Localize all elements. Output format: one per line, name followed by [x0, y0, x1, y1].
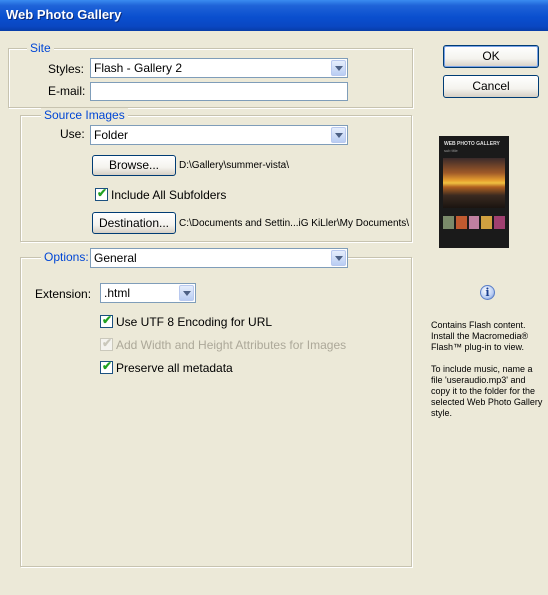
options-section-dropdown[interactable]: General: [90, 248, 348, 268]
browse-button-label: Browse...: [108, 158, 159, 172]
options-group: [20, 257, 412, 567]
include-subfolders-label[interactable]: Include All Subfolders: [111, 188, 226, 202]
checkmark-icon: ✔: [97, 186, 108, 200]
style-preview-thumbnail: WEB PHOTO GALLERY sub title: [439, 136, 509, 248]
extension-value: .html: [104, 286, 131, 300]
destination-path: C:\Documents and Settin...iG KiLler\My D…: [179, 218, 410, 229]
site-legend: Site: [27, 41, 54, 55]
info-icon: i: [480, 285, 495, 300]
options-section-value: General: [94, 251, 137, 265]
preview-thumbnail-strip: [443, 216, 505, 229]
info-music-text: To include music, name a file 'useraudio…: [431, 364, 543, 418]
info-flash-text: Contains Flash content. Install the Macr…: [431, 320, 529, 352]
width-height-checkbox[interactable]: ✔: [100, 336, 113, 351]
chevron-down-icon[interactable]: [331, 127, 346, 143]
window-title: Web Photo Gallery: [6, 7, 122, 22]
styles-value: Flash - Gallery 2: [94, 61, 183, 75]
ok-button-label: OK: [482, 49, 500, 63]
ok-button[interactable]: OK: [443, 45, 539, 68]
preview-thumb: [443, 216, 454, 229]
use-dropdown[interactable]: Folder: [90, 125, 348, 145]
checkmark-icon: ✔: [102, 359, 113, 373]
checkmark-icon: ✔: [102, 336, 113, 350]
chevron-down-icon[interactable]: [331, 250, 346, 266]
extension-dropdown[interactable]: .html: [100, 283, 196, 303]
utf8-label[interactable]: Use UTF 8 Encoding for URL: [116, 315, 272, 329]
preserve-metadata-label[interactable]: Preserve all metadata: [116, 361, 233, 375]
browse-path: D:\Gallery\summer-vista\: [179, 160, 290, 171]
email-label: E-mail:: [48, 84, 86, 98]
preserve-metadata-checkbox[interactable]: ✔: [100, 359, 113, 374]
chevron-down-icon[interactable]: [179, 285, 194, 301]
use-label: Use:: [60, 127, 85, 141]
chevron-down-icon[interactable]: [331, 60, 346, 76]
destination-button-label: Destination...: [98, 216, 170, 230]
checkmark-icon: ✔: [102, 313, 113, 327]
source-images-legend: Source Images: [41, 108, 128, 122]
preview-sunset-image: [443, 158, 505, 208]
utf8-checkbox[interactable]: ✔: [100, 313, 113, 328]
styles-label: Styles:: [48, 62, 85, 76]
cancel-button-label: Cancel: [472, 79, 510, 93]
preview-title: WEB PHOTO GALLERY: [444, 141, 500, 147]
destination-button[interactable]: Destination...: [92, 212, 176, 234]
preview-thumb: [455, 216, 467, 229]
title-bar[interactable]: Web Photo Gallery: [0, 0, 548, 31]
preview-thumb: [468, 216, 480, 229]
styles-dropdown[interactable]: Flash - Gallery 2: [90, 58, 348, 78]
extension-label: Extension:: [35, 287, 92, 301]
cancel-button[interactable]: Cancel: [443, 75, 539, 98]
include-subfolders-checkbox[interactable]: ✔: [95, 186, 108, 201]
email-field[interactable]: [90, 82, 348, 101]
preview-thumb: [481, 216, 493, 229]
options-legend: Options:: [41, 250, 92, 264]
use-value: Folder: [94, 128, 129, 142]
preview-subtitle: sub title: [444, 148, 458, 153]
browse-button[interactable]: Browse...: [92, 155, 176, 176]
preview-thumb: [494, 216, 505, 229]
width-height-label: Add Width and Height Attributes for Imag…: [116, 338, 347, 352]
